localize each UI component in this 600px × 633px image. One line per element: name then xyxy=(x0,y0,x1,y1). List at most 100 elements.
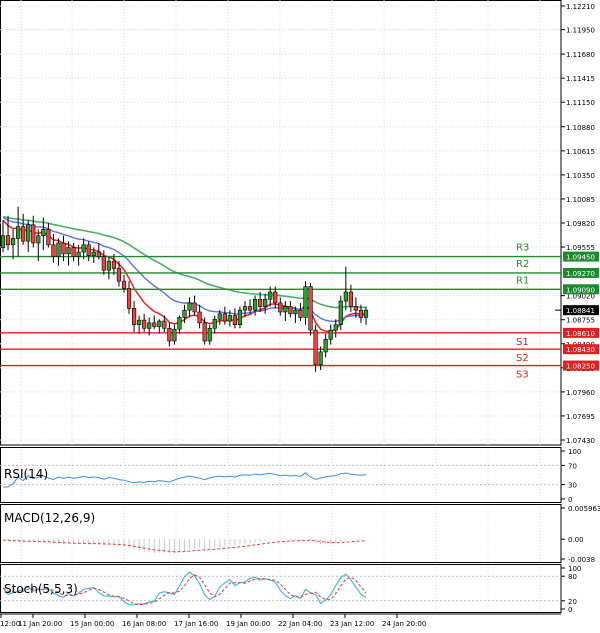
macd-panel: 0.005963 0.00 -0.0038 MACD(12,26,9) xyxy=(0,504,600,564)
panel-frame xyxy=(0,564,562,613)
candle-bull xyxy=(177,315,182,334)
price-tick-label: 1.07960 xyxy=(566,389,595,397)
candle-body xyxy=(293,309,298,315)
candle-bear xyxy=(152,315,157,330)
candle-body xyxy=(31,224,36,244)
time-tick-label: 15 Jan 00:00 xyxy=(70,620,114,628)
candle-body xyxy=(323,338,328,353)
candle-bull xyxy=(212,315,217,334)
level-price-tag: 1.08430 xyxy=(566,346,595,354)
candle-body xyxy=(0,235,6,248)
candle-body xyxy=(353,306,359,311)
time-tick-label: 22 Jan 04:00 xyxy=(278,620,322,628)
candle-bull xyxy=(26,220,31,253)
time-tick-label: 16 Jan 08:00 xyxy=(122,620,166,628)
panel-tick-label: 80 xyxy=(568,573,577,581)
level-price-tag: 1.09270 xyxy=(566,270,595,278)
candle-body xyxy=(152,322,157,327)
candle-body xyxy=(247,306,253,311)
candle-body xyxy=(197,311,202,324)
candle-bull xyxy=(303,281,308,325)
candle-bull xyxy=(137,315,142,334)
price-tick-label: 1.11680 xyxy=(566,51,595,59)
candle-body xyxy=(343,291,348,302)
panel-tick-label: 0 xyxy=(568,496,572,504)
level-price-tag: 1.08610 xyxy=(566,330,595,338)
candle-body xyxy=(242,306,248,311)
candle-bull xyxy=(187,297,192,318)
candle-body xyxy=(91,251,96,256)
rsi-panel: 100 70 30 0 RSI(14) xyxy=(0,447,581,504)
candle-bear xyxy=(192,295,197,316)
candle-body xyxy=(96,251,101,257)
level-name-r1: R1 xyxy=(516,275,529,286)
candle-bear xyxy=(121,274,127,293)
candle-body xyxy=(16,226,21,239)
price-tick-label: 1.11150 xyxy=(566,99,595,107)
candle-bear xyxy=(86,241,91,262)
price-tick-label: 1.10350 xyxy=(566,172,595,180)
time-tick-label: 24 Jan 20:00 xyxy=(382,620,426,628)
candle-body xyxy=(283,306,288,313)
candle-body xyxy=(26,224,31,242)
panel-tick-label: 0.00 xyxy=(568,536,584,544)
level-name-s3: S3 xyxy=(516,370,529,381)
panel-tick-label: 0 xyxy=(568,606,572,614)
candle-bull xyxy=(207,324,212,345)
time-tick-label: 17 Jan 16:00 xyxy=(174,620,218,628)
price-tick-label: 1.07695 xyxy=(566,413,595,421)
candle-body xyxy=(157,320,162,327)
panel-tick-label: 20 xyxy=(568,598,577,606)
candle-bear xyxy=(232,308,238,329)
panel-tick-label: -0.0038 xyxy=(568,556,595,564)
time-tick-label: 11 Jan 20:00 xyxy=(18,620,62,628)
stoch-title: Stoch(5,5,3) xyxy=(4,582,78,596)
candle-body xyxy=(237,309,243,325)
candle-body xyxy=(252,298,258,311)
candle-bear xyxy=(46,223,51,248)
candle-bear xyxy=(353,297,359,318)
candle-body xyxy=(51,244,56,257)
level-name-s1: S1 xyxy=(516,337,529,348)
candle-body xyxy=(126,288,132,309)
level-price-tag: 1.09450 xyxy=(566,254,595,262)
candle-body xyxy=(298,309,303,318)
candle-body xyxy=(162,320,167,329)
macd-title: MACD(12,26,9) xyxy=(4,511,95,525)
rsi-title: RSI(14) xyxy=(4,467,48,481)
panel-tick-label: 0.005963 xyxy=(568,505,600,513)
stoch-panel: 10080 200 Stoch(5,5,3) xyxy=(0,564,581,614)
candle-body xyxy=(61,242,66,255)
candle-body xyxy=(177,317,182,330)
candle-body xyxy=(313,329,318,365)
candle-body xyxy=(358,309,364,318)
candle-bear xyxy=(222,306,227,325)
candle-body xyxy=(101,256,106,271)
candle-body xyxy=(348,291,353,307)
candle-body xyxy=(192,302,197,313)
candle-bull xyxy=(0,220,6,253)
candle-body xyxy=(222,313,227,322)
level-price-tag: 1.09090 xyxy=(566,286,595,294)
candle-bull xyxy=(237,306,243,329)
candle-bear xyxy=(131,301,137,332)
candle-body xyxy=(308,286,313,331)
candle-body xyxy=(121,280,127,289)
candle-bear xyxy=(167,322,172,347)
panel-tick-label: 70 xyxy=(568,462,577,470)
level-price-tag: 1.08250 xyxy=(566,363,595,371)
candle-body xyxy=(137,319,142,325)
candle-body xyxy=(227,315,232,322)
candle-body xyxy=(142,319,147,329)
candle-body xyxy=(111,260,117,269)
candle-body xyxy=(106,260,111,271)
candle-body xyxy=(212,318,217,329)
price-tick-label: 1.10880 xyxy=(566,124,595,132)
candle-body xyxy=(187,302,192,311)
forex-chart: R3 R2 R1 S1 S2 S3 1.12210 1.11950 1.11680 1.1141… xyxy=(0,0,600,628)
price-tick-label: 1.10085 xyxy=(566,196,595,204)
candle-body xyxy=(278,302,283,313)
time-tick-label: 23 Jan 12:00 xyxy=(330,620,374,628)
candle-body xyxy=(318,351,323,365)
panel-tick-label: 30 xyxy=(568,482,577,490)
